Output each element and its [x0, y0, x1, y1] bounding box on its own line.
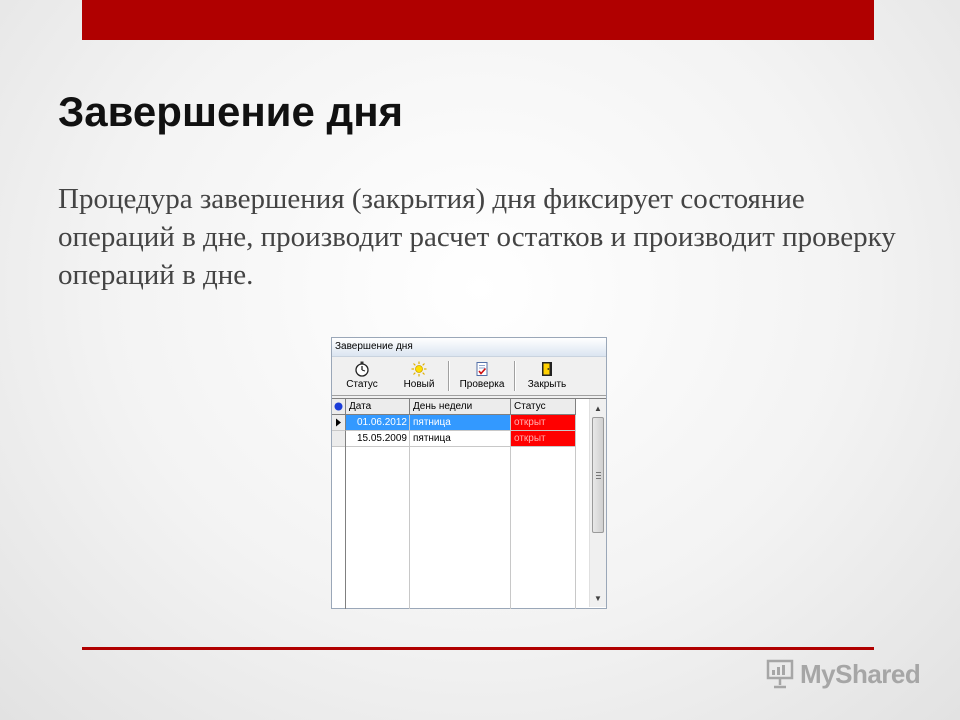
check-button-label: Проверка: [459, 379, 505, 390]
cell-weekday: пятница: [410, 431, 511, 447]
status-button-label: Статус: [346, 379, 378, 390]
column-header-status[interactable]: Статус: [511, 399, 576, 415]
check-button[interactable]: Проверка: [450, 358, 514, 394]
scroll-down-icon[interactable]: ▼: [590, 590, 606, 606]
table-row[interactable]: 15.05.2009 пятница открыт: [332, 431, 576, 447]
cell-date: 15.05.2009: [346, 431, 410, 447]
current-row-arrow-icon: [336, 418, 341, 427]
table-row[interactable]: 01.06.2012 пятница открыт: [332, 415, 576, 431]
slide-body-text: Процедура завершения (закрытия) дня фикс…: [58, 183, 896, 291]
grip-line: [596, 475, 601, 476]
blue-dot-icon: [334, 402, 343, 411]
cell-weekday: пятница: [410, 415, 511, 431]
new-button-label: Новый: [403, 379, 435, 390]
column-header-date[interactable]: Дата: [346, 399, 410, 415]
watermark: MyShared: [766, 656, 921, 692]
window-title: Завершение дня: [332, 338, 606, 357]
toolbar: Статус Новый Проверка Закрыть: [332, 358, 606, 396]
column-line: [510, 431, 511, 609]
column-line: [575, 431, 576, 609]
new-button[interactable]: Новый: [390, 358, 448, 394]
grid-header: Дата День недели Статус: [332, 399, 576, 415]
slide-title: Завершение дня: [58, 88, 404, 135]
column-line: [409, 431, 410, 609]
bottom-accent-line: [82, 647, 874, 650]
status-button[interactable]: Статус: [334, 358, 390, 394]
vertical-scrollbar[interactable]: ▲ ▼: [589, 399, 606, 607]
scroll-thumb[interactable]: [592, 417, 604, 533]
indicator-column-line: [345, 431, 346, 609]
days-grid: Дата День недели Статус 01.06.2012 пятни…: [332, 398, 606, 609]
door-icon: [542, 362, 552, 376]
row-indicator: [332, 431, 346, 447]
close-day-button-label: Закрыть: [527, 379, 567, 390]
presentation-board-icon: [766, 659, 794, 689]
stopwatch-icon: [355, 361, 369, 377]
checklist-icon: [476, 362, 488, 376]
close-day-button[interactable]: Закрыть: [516, 358, 578, 394]
watermark-text: MyShared: [800, 658, 921, 689]
row-indicator: [332, 415, 346, 431]
top-accent-bar: [82, 0, 874, 40]
cell-status: открыт: [511, 415, 576, 431]
cell-date: 01.06.2012: [346, 415, 410, 431]
scroll-up-icon[interactable]: ▲: [590, 400, 606, 416]
column-header-weekday[interactable]: День недели: [410, 399, 511, 415]
day-close-window: Завершение дня Статус Новый Проверка Зак…: [331, 337, 607, 609]
sun-sparkle-icon: [411, 361, 427, 377]
grip-line: [596, 472, 601, 473]
grip-line: [596, 478, 601, 479]
row-indicator-header: [332, 399, 346, 415]
cell-status: открыт: [511, 431, 576, 447]
